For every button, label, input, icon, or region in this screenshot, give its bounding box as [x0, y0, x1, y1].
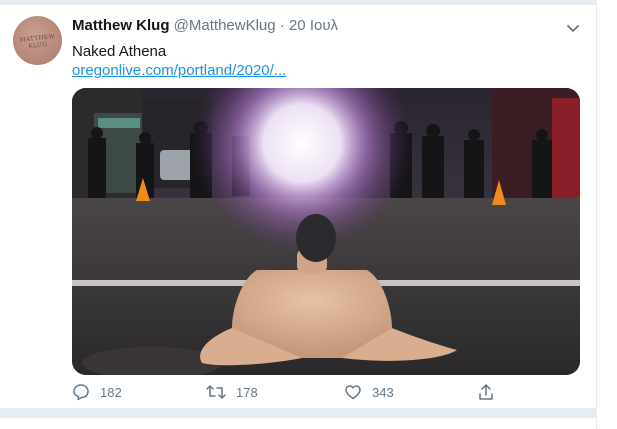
avatar[interactable]: MATTHEW KLUG: [13, 16, 62, 65]
author-handle[interactable]: @MatthewKlug: [174, 17, 276, 34]
retweet-count: 178: [236, 384, 258, 400]
tweet-link[interactable]: oregonlive.com/portland/2020/...: [72, 62, 286, 79]
heart-icon: [345, 385, 361, 400]
reply-button[interactable]: 182: [72, 380, 122, 404]
reply-icon: [73, 384, 89, 401]
timeline-column: MATTHEW KLUG Matthew Klug @MatthewKlug ·…: [0, 0, 597, 429]
tweet-text: Naked Athena: [72, 43, 167, 60]
retweet-icon: [206, 385, 226, 399]
author-name[interactable]: Matthew Klug: [72, 17, 170, 34]
like-count: 343: [372, 384, 394, 400]
tweet-photo[interactable]: [72, 88, 580, 375]
tweet-date[interactable]: 20 Ιουλ: [289, 17, 338, 34]
like-button[interactable]: 343: [344, 380, 394, 404]
share-icon: [479, 384, 493, 400]
retweet-button[interactable]: 178: [206, 380, 258, 404]
tweet-card[interactable]: MATTHEW KLUG Matthew Klug @MatthewKlug ·…: [0, 5, 596, 408]
chevron-down-icon[interactable]: [564, 19, 582, 37]
divider-bottom: [0, 408, 597, 418]
tweet-header: Matthew Klug @MatthewKlug · 20 Ιουλ: [72, 17, 338, 37]
avatar-seal: MATTHEW KLUG: [19, 33, 56, 50]
share-button[interactable]: [477, 380, 505, 404]
reply-count: 182: [100, 384, 122, 400]
header-separator: ·: [279, 17, 285, 34]
tweet-actions: 182 178 343: [72, 380, 580, 404]
